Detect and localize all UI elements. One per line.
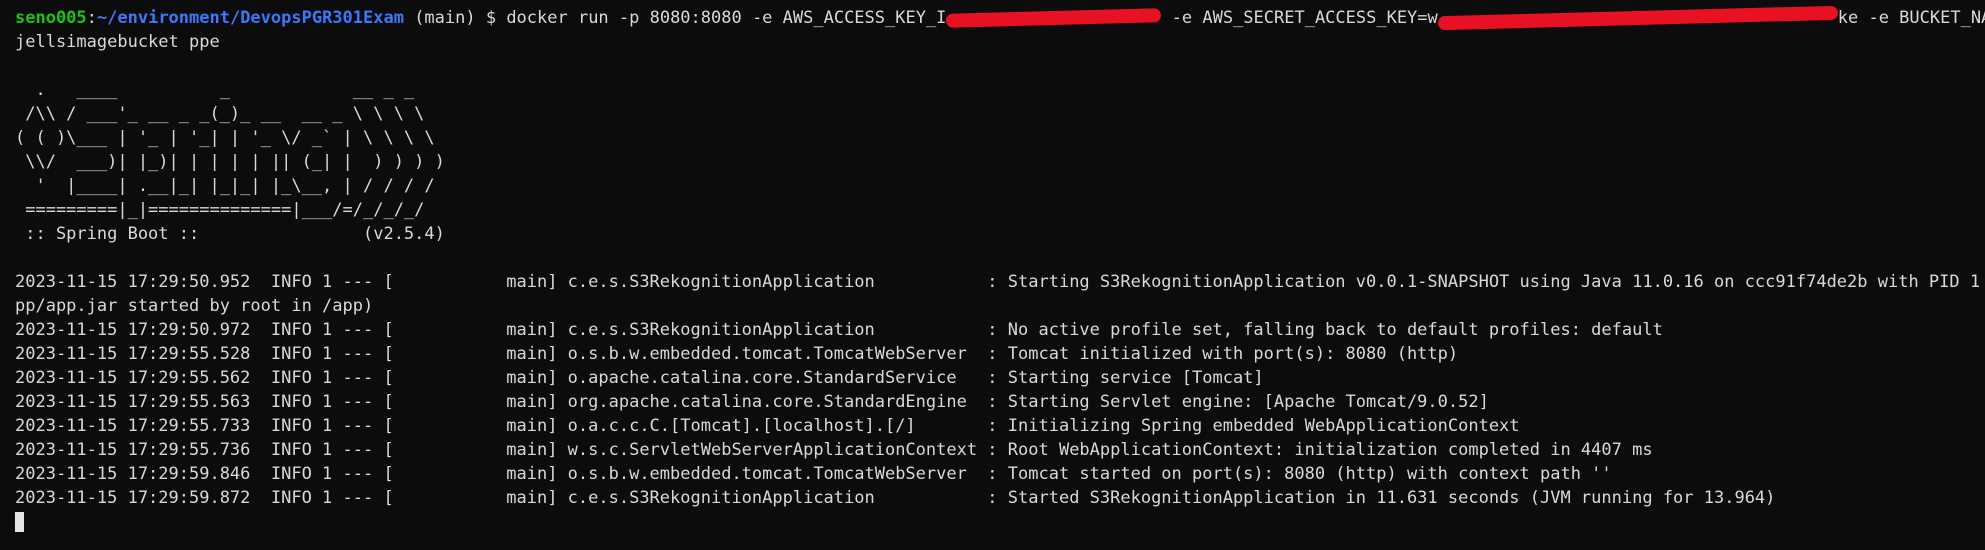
banner-line: =========|_|==============|___/=/_/_/_/ bbox=[15, 200, 425, 220]
cursor-line bbox=[15, 510, 1985, 534]
banner-line: \\/ ___)| |_)| | | | | || (_| | ) ) ) ) bbox=[15, 152, 445, 172]
banner-line: ( ( )\___ | '_ | '_| | '_ \/ _` | \ \ \ … bbox=[15, 128, 435, 148]
spring-banner: . ____ _ __ _ _ /\\ / ___'_ __ _ _(_)_ _… bbox=[15, 78, 1985, 246]
prompt-branch: (main) $ bbox=[403, 8, 507, 28]
redaction-mark-2 bbox=[1437, 5, 1838, 31]
redaction-mark-1 bbox=[946, 8, 1162, 28]
log-line: 2023-11-15 17:29:55.562 INFO 1 --- [ mai… bbox=[15, 368, 1264, 388]
log-line: 2023-11-15 17:29:55.736 INFO 1 --- [ mai… bbox=[15, 440, 1653, 460]
log-line: 2023-11-15 17:29:59.846 INFO 1 --- [ mai… bbox=[15, 464, 1612, 484]
log-line: 2023-11-15 17:29:59.872 INFO 1 --- [ mai… bbox=[15, 488, 1776, 508]
text-cursor[interactable] bbox=[15, 512, 24, 532]
prompt-colon: : bbox=[86, 8, 97, 28]
command-text-1: docker run -p 8080:8080 -e AWS_ACCESS_KE… bbox=[506, 8, 947, 28]
log-line: 2023-11-15 17:29:55.563 INFO 1 --- [ mai… bbox=[15, 392, 1489, 412]
banner-line: /\\ / ___'_ __ _ _(_)_ __ __ _ \ \ \ \ bbox=[15, 104, 425, 124]
log-output: 2023-11-15 17:29:50.952 INFO 1 --- [ mai… bbox=[15, 270, 1985, 510]
log-line: pp/app.jar started by root in /app) bbox=[15, 296, 374, 316]
prompt-path: ~/environment/DevopsPGR301Exam bbox=[96, 8, 404, 28]
log-line: 2023-11-15 17:29:55.733 INFO 1 --- [ mai… bbox=[15, 416, 1520, 436]
banner-version-line: :: Spring Boot :: (v2.5.4) bbox=[15, 224, 445, 244]
banner-line: ' |____| .__|_| |_|_| |_\__, | / / / / bbox=[15, 176, 435, 196]
command-text-3: ke -e BUCKET_NAME=k bbox=[1837, 8, 1985, 28]
log-line: 2023-11-15 17:29:50.952 INFO 1 --- [ mai… bbox=[15, 272, 1985, 292]
banner-line: . ____ _ __ _ _ bbox=[15, 80, 415, 100]
log-line: 2023-11-15 17:29:55.528 INFO 1 --- [ mai… bbox=[15, 344, 1459, 364]
command-text-2: -e AWS_SECRET_ACCESS_KEY=w bbox=[1161, 8, 1438, 28]
log-line: 2023-11-15 17:29:50.972 INFO 1 --- [ mai… bbox=[15, 320, 1663, 340]
prompt-user-host: seno005 bbox=[15, 8, 87, 28]
command-wrap-line: jellsimagebucket ppe bbox=[15, 32, 220, 52]
command-line: seno005:~/environment/DevopsPGR301Exam (… bbox=[15, 5, 1985, 31]
terminal-window[interactable]: seno005:~/environment/DevopsPGR301Exam (… bbox=[0, 0, 1985, 550]
